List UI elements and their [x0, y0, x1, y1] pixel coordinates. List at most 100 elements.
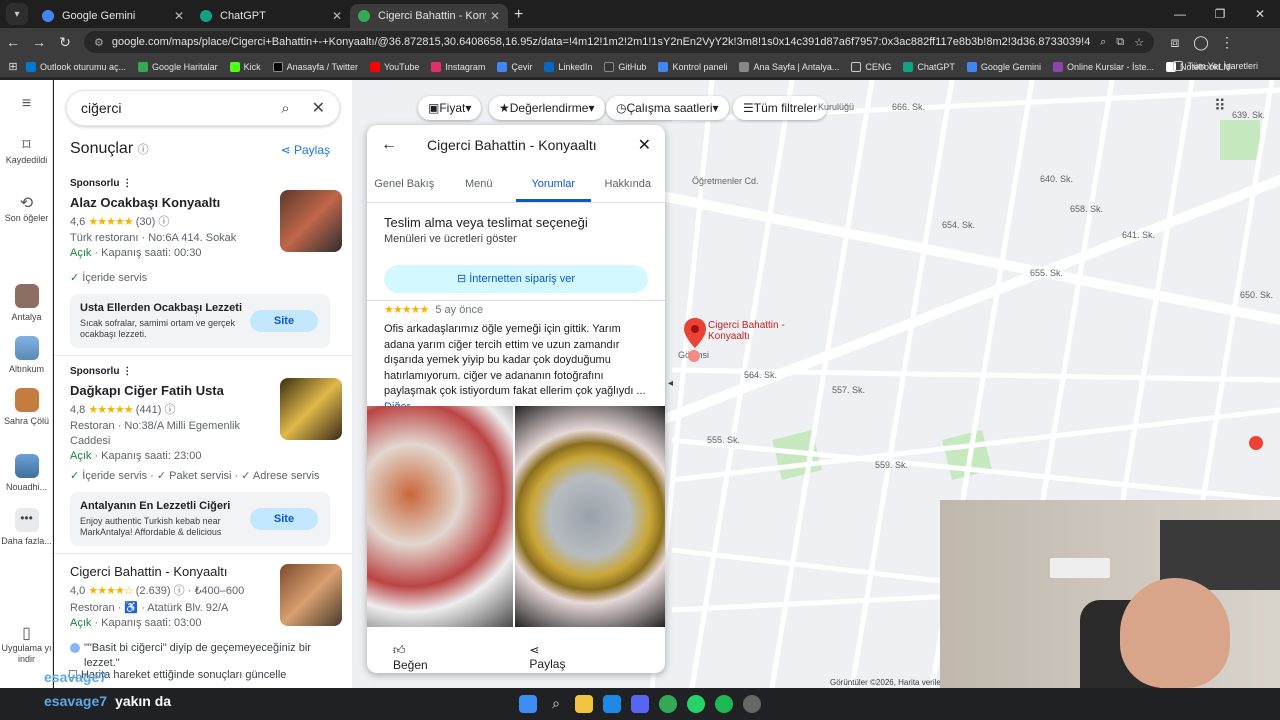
search-icon[interactable]: ⌕ — [547, 695, 565, 713]
filter-price[interactable]: ▣ Fiyat ▾ — [418, 96, 482, 120]
close-icon[interactable]: ✕ — [638, 135, 651, 155]
bookmark-folder[interactable]: CENG — [851, 61, 891, 72]
star-icon: ★ — [499, 101, 510, 115]
more-options-icon[interactable]: ⋮ — [122, 178, 132, 189]
windows-start-icon[interactable] — [519, 695, 537, 713]
info-icon[interactable]: ⓘ — [164, 404, 175, 416]
browser-menu-icon[interactable]: ⋮ — [1214, 34, 1240, 51]
tab-about[interactable]: Hakkında — [591, 165, 666, 202]
site-button[interactable]: Site — [250, 508, 318, 530]
rail-more[interactable]: ••• Daha fazla... — [0, 508, 53, 547]
info-icon[interactable]: ⓘ — [138, 144, 149, 156]
review-photo[interactable] — [367, 406, 513, 627]
place-thumbnail — [14, 336, 39, 360]
bookmark-item[interactable]: Kontrol paneli — [658, 61, 727, 72]
collapse-panel-icon[interactable]: ◂ — [668, 378, 673, 389]
profile-icon[interactable]: ◯ — [1188, 34, 1214, 51]
tab-search-button[interactable]: ▾ — [6, 3, 28, 25]
all-bookmarks[interactable]: Tüm Yer İşaretleri — [1173, 61, 1258, 71]
forward-icon[interactable]: → — [26, 34, 52, 50]
tab-reviews[interactable]: Yorumlar — [516, 165, 591, 202]
recording-icon[interactable] — [743, 695, 761, 713]
info-icon[interactable]: ⓘ — [158, 216, 169, 228]
tab-chatgpt[interactable]: ChatGPT ✕ — [192, 4, 350, 28]
spotify-icon[interactable] — [715, 695, 733, 713]
review-photo[interactable] — [515, 406, 665, 627]
bookmark-item[interactable]: ChatGPT — [903, 61, 955, 72]
bookmark-item[interactable]: Instagram — [431, 61, 485, 72]
bookmark-item[interactable]: YouTube — [369, 61, 419, 72]
close-tab-icon[interactable]: ✕ — [490, 9, 500, 23]
url-field[interactable]: ⚙ google.com/maps/place/Cigerci+Bahattin… — [84, 31, 1154, 53]
bookmark-item[interactable]: Kick — [229, 61, 261, 72]
result-photo[interactable] — [280, 190, 342, 252]
share-button[interactable]: ⋖ Paylaş — [529, 643, 625, 672]
rail-get-app[interactable]: ▯ Uygulama yı indir — [0, 626, 53, 665]
filter-rating[interactable]: ★ Değerlendirme ▾ — [489, 96, 605, 120]
new-tab-button[interactable]: + — [514, 6, 523, 24]
bookmark-item[interactable]: Google Gemini — [966, 61, 1041, 72]
close-tab-icon[interactable]: ✕ — [174, 9, 184, 23]
map-pin-icon[interactable] — [684, 318, 706, 348]
apps-grid-icon[interactable]: ⠿ — [1214, 96, 1226, 116]
outlook-icon[interactable] — [603, 695, 621, 713]
site-button[interactable]: Site — [250, 310, 318, 332]
info-icon[interactable]: ⓘ — [174, 585, 185, 597]
rail-sahara[interactable]: Sahra Çölü — [0, 388, 53, 427]
order-online-button[interactable]: ⊟ İnternetten sipariş ver — [384, 265, 648, 293]
rail-nouadhibou[interactable]: Nouadhi... — [0, 454, 53, 493]
zoom-icon[interactable]: ⌕ — [1100, 36, 1106, 49]
share-results-button[interactable]: ⋖ Paylaş — [281, 143, 330, 157]
bookmark-star-icon[interactable]: ☆ — [1134, 36, 1144, 49]
result-card-alaz[interactable]: Sponsorlu ⋮ Alaz Ocakbaşı Konyaaltı 4,6 … — [70, 178, 342, 348]
extensions-icon[interactable]: ⧈ — [1162, 34, 1188, 51]
discord-icon[interactable] — [631, 695, 649, 713]
like-button[interactable]: 👍︎ Beğen — [393, 643, 489, 672]
chrome-icon[interactable] — [659, 695, 677, 713]
reload-icon[interactable]: ↻ — [52, 34, 78, 51]
bookmark-item[interactable]: Online Kurslar - İste... — [1052, 61, 1154, 72]
bookmark-item[interactable]: Google Haritalar — [138, 61, 218, 72]
restore-icon[interactable]: ❐ — [1200, 7, 1240, 21]
rail-altinkum[interactable]: Altınkum — [0, 336, 53, 375]
rail-antalya[interactable]: Antalya — [0, 284, 53, 323]
bookmark-item[interactable]: LinkedIn — [544, 61, 592, 72]
menu-button[interactable]: ≡ — [0, 96, 53, 113]
bookmark-item[interactable]: Outlook oturumu aç... — [26, 61, 126, 72]
result-card-cigerci-bahattin[interactable]: Cigerci Bahattin - Konyaaltı 4,0 ★★★★☆ (… — [70, 564, 342, 671]
pin-label[interactable]: Cigerci Bahattin - Konyaaltı — [708, 320, 798, 342]
whatsapp-icon[interactable] — [687, 695, 705, 713]
bookmark-item[interactable]: GitHub — [604, 61, 646, 72]
file-explorer-icon[interactable] — [575, 695, 593, 713]
result-photo[interactable] — [280, 564, 342, 626]
search-box[interactable]: ciğerci ⌕ ✕ — [66, 90, 340, 126]
restaurant-marker-icon[interactable] — [688, 350, 700, 362]
tab-gemini[interactable]: Google Gemini ✕ — [34, 4, 192, 28]
close-tab-icon[interactable]: ✕ — [332, 9, 342, 23]
clear-search-icon[interactable]: ✕ — [312, 98, 325, 118]
result-card-dagkapi[interactable]: Sponsorlu ⋮ Dağkapı Ciğer Fatih Usta 4,8… — [70, 366, 342, 546]
rail-recent[interactable]: ⟲ Son öğeler — [0, 196, 53, 224]
tab-overview[interactable]: Genel Bakış — [367, 165, 442, 202]
filter-all[interactable]: ☰ Tüm filtreler — [733, 96, 828, 120]
bookmark-item[interactable]: Çevir — [497, 61, 532, 72]
back-icon[interactable]: ← — [0, 34, 26, 50]
restaurant-marker-icon[interactable] — [1249, 436, 1263, 450]
search-input[interactable]: ciğerci — [81, 100, 281, 116]
rail-saved[interactable]: ⌑ Kaydedildi — [0, 138, 53, 166]
filter-hours[interactable]: ◷ Çalışma saatleri ▾ — [606, 96, 729, 120]
bookmark-item[interactable]: Anasayfa / Twitter — [272, 61, 358, 72]
search-icon[interactable]: ⌕ — [281, 100, 289, 117]
install-icon[interactable]: ⧉ — [1116, 36, 1124, 49]
tab-menu[interactable]: Menü — [442, 165, 517, 202]
back-arrow-icon[interactable]: ← — [381, 136, 397, 154]
result-photo[interactable] — [280, 378, 342, 440]
more-options-icon[interactable]: ⋮ — [122, 366, 132, 377]
close-window-icon[interactable]: ✕ — [1240, 7, 1280, 21]
apps-grid-icon[interactable]: ⊞ — [0, 60, 26, 73]
minimize-icon[interactable]: — — [1160, 7, 1200, 21]
site-info-icon[interactable]: ⚙ — [94, 36, 104, 49]
results-heading: Sonuçlar ⓘ — [70, 140, 149, 157]
tab-maps[interactable]: Cigerci Bahattin - Konyaaltı - G ✕ — [350, 4, 508, 28]
bookmark-item[interactable]: Ana Sayfa | Antalya... — [739, 61, 839, 72]
